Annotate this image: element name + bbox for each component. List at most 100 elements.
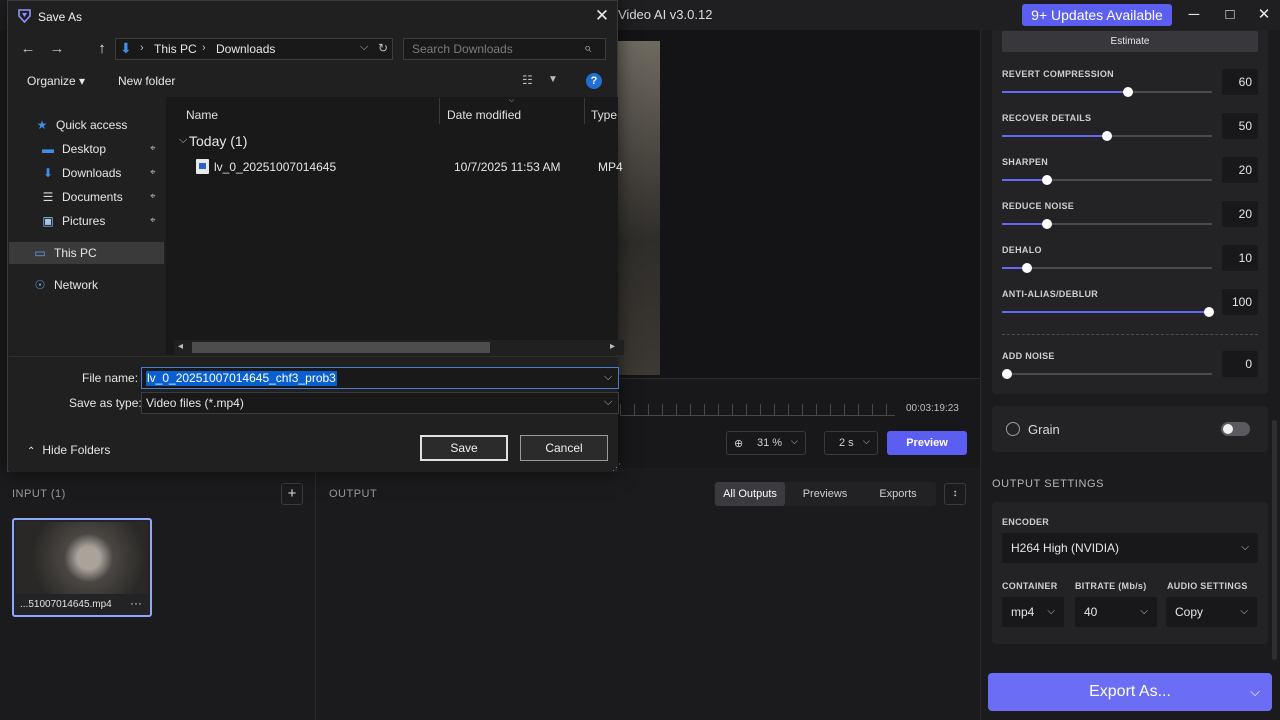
slider-sharpen[interactable] <box>1002 175 1212 185</box>
updates-button[interactable]: 9+ Updates Available <box>1022 4 1172 26</box>
value-anti-alias[interactable]: 100 <box>1222 289 1258 315</box>
slider-add-noise[interactable] <box>1002 369 1212 379</box>
slider-recover-details[interactable] <box>1002 131 1212 141</box>
horizontal-scrollbar[interactable]: ◂ ▸ <box>174 340 624 355</box>
output-tabs: All Outputs Previews Exports <box>714 482 936 506</box>
file-type: MP4 <box>598 160 623 174</box>
search-icon[interactable]: ⌕ <box>584 40 591 56</box>
sidebar-item-documents[interactable]: ☰ Documents ⌖ <box>40 186 156 208</box>
grain-toggle[interactable] <box>1221 422 1250 436</box>
sidebar-item-quick-access[interactable]: ★ Quick access <box>34 114 128 136</box>
value-reduce-noise[interactable]: 20 <box>1222 201 1258 227</box>
pin-icon[interactable]: ⌖ <box>150 162 156 184</box>
minimize-icon[interactable]: ─ <box>1184 5 1204 25</box>
chevron-down-icon[interactable]: ⌵ <box>604 396 612 409</box>
tab-all-outputs[interactable]: All Outputs <box>715 482 785 506</box>
sidebar-item-network[interactable]: ☉ Network <box>32 274 98 296</box>
value-add-noise[interactable]: 0 <box>1222 351 1258 377</box>
preview-duration-select[interactable]: 2 s ⌵ <box>824 431 878 455</box>
sidebar-item-label: This PC <box>54 246 97 260</box>
more-options-icon[interactable]: ··· <box>130 596 142 610</box>
video-file-icon <box>196 159 209 174</box>
settings-scrollbar[interactable] <box>1272 420 1277 660</box>
audio-select[interactable]: Copy ⌵ <box>1166 597 1257 627</box>
pin-icon[interactable]: ⌖ <box>150 210 156 232</box>
export-label: Export As... <box>1089 683 1171 700</box>
cancel-button[interactable]: Cancel <box>520 435 608 461</box>
estimate-button[interactable]: Estimate <box>1002 31 1258 52</box>
value-revert-compression[interactable]: 60 <box>1222 69 1258 95</box>
picture-icon: ▣ <box>42 214 54 228</box>
breadcrumb-downloads[interactable]: Downloads <box>216 42 275 56</box>
sidebar-item-this-pc[interactable]: ▭ This PC <box>32 242 97 264</box>
tab-previews[interactable]: Previews <box>790 482 860 506</box>
slider-dehalo[interactable] <box>1002 263 1212 273</box>
resize-grip-icon[interactable]: ⋰ <box>612 462 621 473</box>
close-icon[interactable]: ✕ <box>592 6 612 26</box>
slider-revert-compression[interactable] <box>1002 87 1212 97</box>
organize-button[interactable]: Organize ▾ <box>27 74 85 88</box>
container-label: CONTAINER <box>1002 581 1058 591</box>
output-settings-title: OUTPUT SETTINGS <box>992 478 1105 490</box>
tab-exports[interactable]: Exports <box>860 482 936 506</box>
value-sharpen[interactable]: 20 <box>1222 157 1258 183</box>
pin-icon[interactable]: ⌖ <box>150 138 156 160</box>
chevron-down-icon[interactable]: ⌵ <box>360 41 368 54</box>
search-input[interactable] <box>412 42 572 56</box>
address-bar[interactable]: ⬇ › This PC › Downloads ⌵ ↻ <box>115 38 393 60</box>
grain-radio[interactable] <box>1006 422 1020 436</box>
column-divider[interactable] <box>439 98 440 124</box>
up-arrow-icon[interactable]: ↑ <box>91 39 113 59</box>
hide-folders-button[interactable]: ⌃ Hide Folders <box>27 443 110 457</box>
view-options-icon[interactable]: ☷ <box>522 73 533 87</box>
scrollbar-thumb[interactable] <box>192 342 490 353</box>
refresh-icon[interactable]: ↻ <box>378 41 388 55</box>
file-date: 10/7/2025 11:53 AM <box>454 160 561 174</box>
slider-anti-alias[interactable] <box>1002 307 1214 317</box>
pin-icon[interactable]: ⌖ <box>150 186 156 208</box>
help-icon[interactable]: ? <box>586 73 602 89</box>
maximize-icon[interactable]: □ <box>1220 5 1240 25</box>
sort-icon[interactable]: ↕ <box>944 483 966 505</box>
value-dehalo[interactable]: 10 <box>1222 245 1258 271</box>
sidebar-item-downloads[interactable]: ⬇ Downloads ⌖ <box>40 162 156 184</box>
divider <box>1002 334 1258 335</box>
add-input-button[interactable]: + <box>281 483 303 505</box>
bitrate-label: BITRATE (Mb/s) <box>1075 581 1147 591</box>
chevron-down-icon[interactable]: ⌵ <box>179 134 187 147</box>
save-button[interactable]: Save <box>420 435 508 461</box>
column-header-type[interactable]: Type <box>591 108 617 122</box>
forward-arrow-icon[interactable]: → <box>46 39 68 59</box>
chevron-down-icon[interactable]: ⌵ <box>1250 673 1260 711</box>
chevron-down-icon[interactable]: ⌵ <box>604 371 612 384</box>
sidebar-item-desktop[interactable]: ▬ Desktop ⌖ <box>40 138 156 160</box>
bitrate-select[interactable]: 40 ⌵ <box>1075 597 1157 627</box>
chevron-down-icon[interactable]: ▼ <box>548 74 558 85</box>
save-type-select[interactable]: Video files (*.mp4) ⌵ <box>141 392 619 414</box>
close-icon[interactable]: ✕ <box>1254 5 1274 25</box>
column-divider[interactable] <box>584 98 585 124</box>
zoom-select[interactable]: ⊕ 31 % ⌵ <box>726 431 806 455</box>
value-recover-details[interactable]: 50 <box>1222 113 1258 139</box>
group-header-today[interactable]: Today (1) <box>189 133 247 149</box>
column-header-name[interactable]: Name <box>186 108 218 122</box>
new-folder-button[interactable]: New folder <box>118 74 175 88</box>
slider-reduce-noise[interactable] <box>1002 219 1212 229</box>
encoder-select[interactable]: H264 High (NVIDIA) ⌵ <box>1002 533 1258 563</box>
export-button[interactable]: Export As... ⌵ <box>988 673 1272 711</box>
scroll-right-icon[interactable]: ▸ <box>610 341 615 352</box>
container-select[interactable]: mp4 ⌵ <box>1002 597 1064 627</box>
file-row[interactable]: lv_0_20251007014645 10/7/2025 11:53 AM M… <box>190 156 623 178</box>
back-arrow-icon[interactable]: ← <box>17 39 39 59</box>
column-header-date[interactable]: Date modified <box>447 108 521 122</box>
chevron-down-icon: ⌵ <box>863 436 870 446</box>
scroll-left-icon[interactable]: ◂ <box>178 341 183 352</box>
video-preview-frame <box>618 41 660 375</box>
search-box[interactable]: ⌕ <box>403 38 606 60</box>
sidebar-item-pictures[interactable]: ▣ Pictures ⌖ <box>40 210 155 232</box>
input-thumbnail[interactable]: ...51007014645.mp4 ··· <box>12 518 152 617</box>
timeline-ruler[interactable] <box>620 404 895 416</box>
breadcrumb-this-pc[interactable]: This PC <box>154 42 197 56</box>
preview-button[interactable]: Preview <box>887 431 967 455</box>
file-name-input[interactable]: lv_0_20251007014645_chf3_prob3 ⌵ <box>141 367 619 389</box>
